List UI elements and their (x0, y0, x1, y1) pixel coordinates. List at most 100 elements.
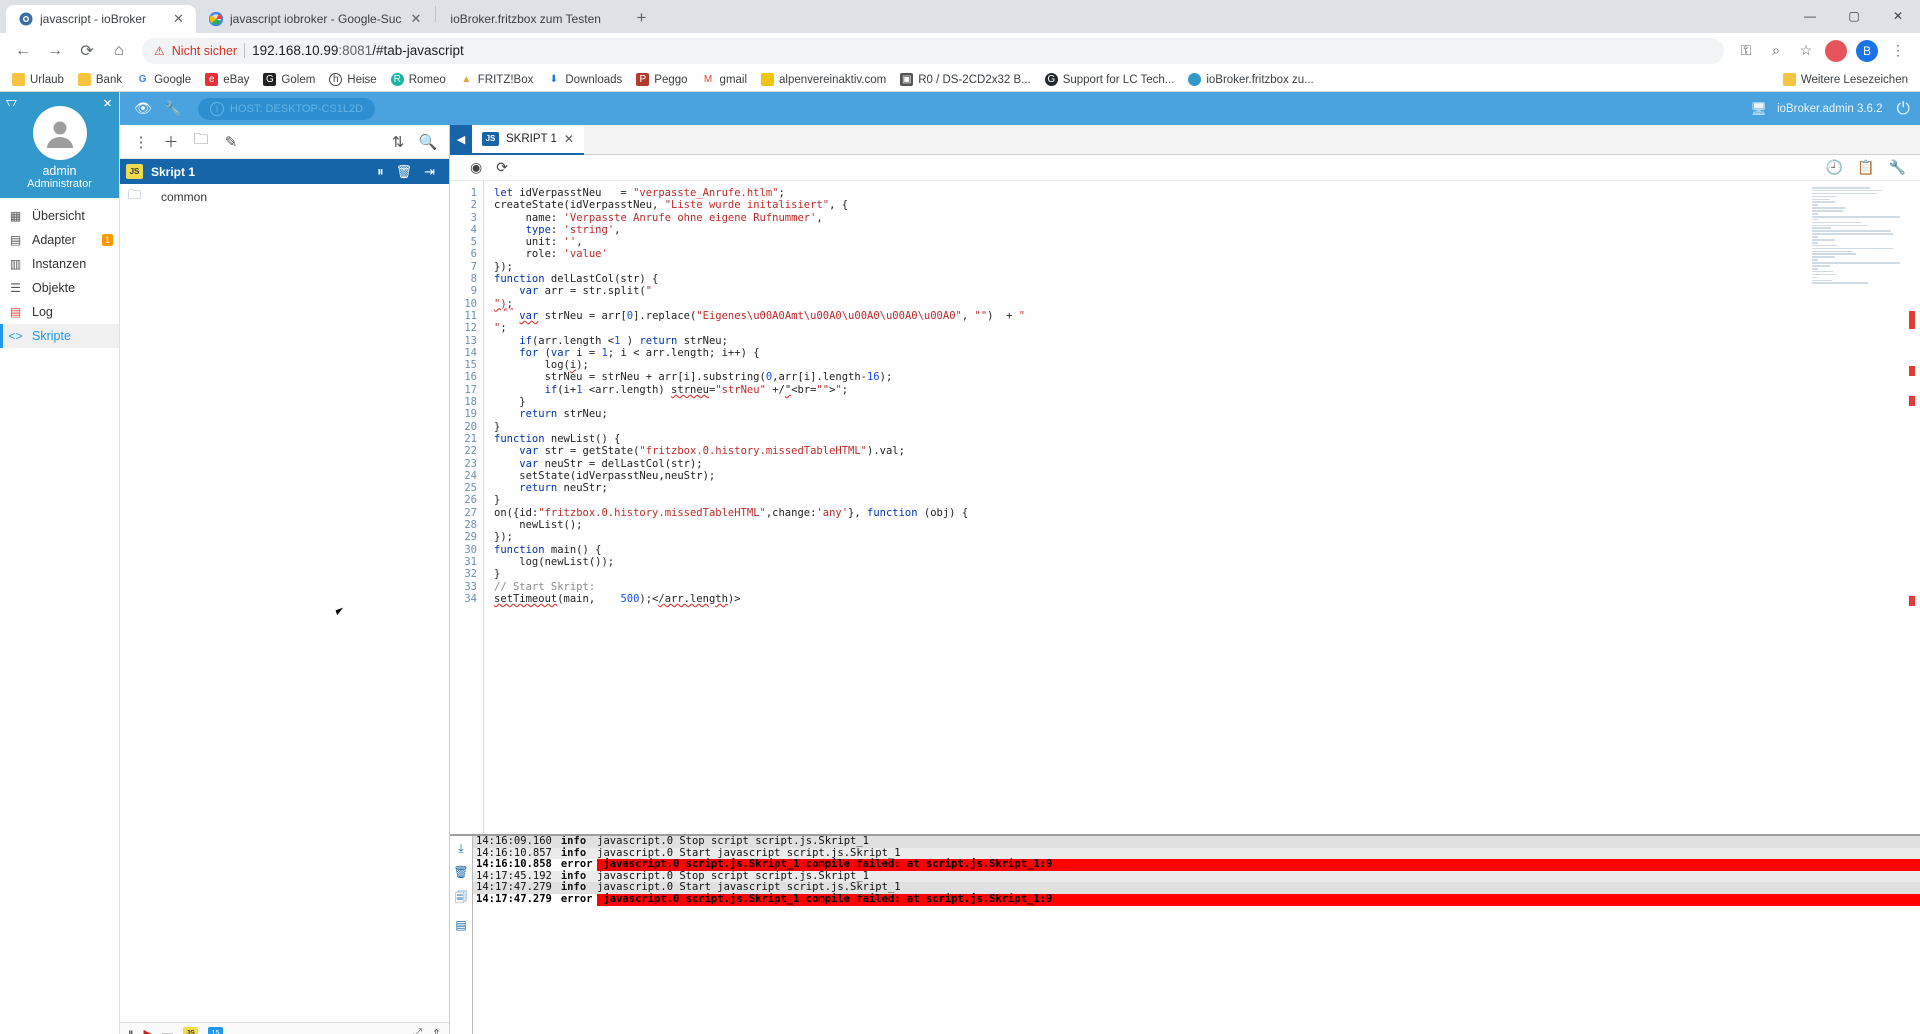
code-line[interactable]: log(newList()); (494, 556, 1920, 568)
code-line[interactable]: } (494, 568, 1920, 580)
bookmark-golem[interactable]: G Golem (257, 71, 321, 88)
play-icon[interactable]: ▶ (144, 1027, 152, 1034)
bookmark-camera[interactable]: ▣ R0 / DS-2CD2x32 B... (894, 71, 1036, 88)
error-marker[interactable] (1909, 396, 1915, 406)
pause-icon[interactable]: ⏸ (377, 164, 384, 180)
code-line[interactable]: var strNeu = arr[0].replace("Eigenes\u00… (494, 310, 1920, 322)
star-icon[interactable]: ☆ (1792, 37, 1820, 65)
dots-icon[interactable]: ▬ (162, 1028, 173, 1034)
bookmark-iobroker-fritzbox[interactable]: ioBroker.fritzbox zu... (1182, 71, 1319, 88)
wrap-icon[interactable]: ▤ (455, 918, 466, 932)
menu-icon[interactable]: ⋮ (1884, 37, 1912, 65)
code-line[interactable]: if(arr.length <1 ) return strNeu; (494, 335, 1920, 347)
sidebar-item-objekte[interactable]: ☰ Objekte (0, 276, 119, 300)
bookmark-downloads[interactable]: ⬇ Downloads (541, 71, 628, 88)
code-line[interactable]: on({id:"fritzbox.0.history.missedTableHT… (494, 507, 1920, 519)
target-icon[interactable]: ◉ (470, 159, 482, 176)
reload-icon[interactable]: ⟳ (72, 36, 102, 66)
code-line[interactable]: name: 'Verpasste Anrufe ohne eigene Rufn… (494, 212, 1920, 224)
log-entry[interactable]: 14:16:09.160 info javascript.0 Stop script… (473, 836, 1920, 848)
code-line[interactable]: return strNeu; (494, 408, 1920, 420)
sidebar-item-skripte[interactable]: <> Skripte (0, 324, 119, 348)
close-icon[interactable]: ✕ (564, 132, 574, 146)
log-entry[interactable]: 14:17:47.279 error javascript.0 script.js.… (473, 893, 1920, 906)
browser-tab-2[interactable]: ioBroker.fritzbox zum Testen (438, 5, 628, 33)
settings-icon[interactable]: 🔧 (1889, 159, 1906, 176)
code-line[interactable]: unit: '', (494, 236, 1920, 248)
code-line[interactable]: log(i); (494, 359, 1920, 371)
bookmark-bank[interactable]: Bank (72, 71, 128, 88)
sidebar-item-adapter[interactable]: ▤ Adapter 1 (0, 228, 119, 252)
address-bar[interactable]: ⚠ Nicht sicher 192.168.10.99:8081/#tab-j… (142, 37, 1724, 64)
copy-icon[interactable]: 🗐 (455, 888, 467, 909)
add-folder-icon[interactable]: 🗀 (188, 129, 214, 155)
menu-dots-icon[interactable]: ⋮ (128, 129, 154, 155)
key-icon[interactable]: ⚿ (1732, 37, 1760, 65)
code-line[interactable]: "); (494, 298, 1920, 310)
maximize-icon[interactable]: ▢ (1832, 0, 1876, 32)
code-line[interactable]: setState(idVerpasstNeu,neuStr); (494, 470, 1920, 482)
back-icon[interactable]: ← (8, 36, 38, 66)
code-line[interactable]: let idVerpasstNeu = "verpasste_Anrufe.ht… (494, 187, 1920, 199)
sidebar-item-uebersicht[interactable]: ▦ Übersicht (0, 204, 119, 228)
minimize-icon[interactable]: — (1788, 0, 1832, 32)
new-tab-button[interactable]: + (628, 5, 654, 31)
close-icon[interactable]: ✕ (408, 11, 423, 27)
code-line[interactable]: "; (494, 322, 1920, 334)
code-line[interactable]: function main() { (494, 544, 1920, 556)
delete-icon[interactable]: 🗑 (396, 164, 413, 180)
code-line[interactable]: type: 'string', (494, 224, 1920, 236)
code-line[interactable]: } (494, 421, 1920, 433)
refresh-icon[interactable]: ⟳ (496, 159, 508, 176)
power-icon[interactable]: ⏻ (1897, 99, 1910, 119)
code-content[interactable]: let idVerpasstNeu = "verpasste_Anrufe.ht… (484, 181, 1920, 834)
bookmark-urlaub[interactable]: Urlaub (6, 71, 70, 88)
bookmark-peggo[interactable]: P Peggo (630, 71, 693, 88)
bookmark-heise[interactable]: h Heise (323, 71, 382, 88)
code-editor[interactable]: 1 2 3 4 5 6 7 8 9 10 11 12 13 14 15 16 17 18 19 20 21 22 23 24 2… (450, 181, 1920, 834)
editor-tab-skript1[interactable]: JS SKRIPT 1 ✕ (472, 124, 584, 155)
code-line[interactable]: role: 'value' (494, 248, 1920, 260)
scroll-down-icon[interactable]: ⤓ (458, 841, 463, 856)
host-chip[interactable]: i HOST: DESKTOP-CS1L2D (198, 97, 376, 120)
code-line[interactable]: var arr = str.split(" (494, 285, 1920, 297)
zoom-icon[interactable]: ⌕ (1762, 37, 1790, 65)
bookmark-gmail[interactable]: Mgmail (696, 71, 753, 88)
tree-row-common[interactable]: 🗀 common (120, 184, 449, 209)
error-marker[interactable] (1909, 311, 1915, 329)
tree-row-skript1[interactable]: JS Skript 1 ⏸ 🗑 ⇥ (120, 159, 449, 184)
sidebar-item-instanzen[interactable]: ▥ Instanzen (0, 252, 119, 276)
code-line[interactable]: // Start Skript: (494, 581, 1920, 593)
code-line[interactable]: createState(idVerpasstNeu, "Liste wurde … (494, 199, 1920, 211)
add-script-icon[interactable]: ＋ (158, 129, 184, 155)
bookmark-alpenverein[interactable]: alpenvereinaktiv.com (755, 71, 892, 88)
code-line[interactable]: } (494, 396, 1920, 408)
profile-icon[interactable]: B (1856, 39, 1878, 62)
code-line[interactable]: var str = getState("fritzbox.0.history.m… (494, 445, 1920, 457)
collapse-panel-button[interactable]: ◀ (450, 124, 472, 155)
expand-icon[interactable]: ⇅ (385, 129, 411, 155)
extension-icon[interactable] (1825, 39, 1847, 62)
bookmark-romeo[interactable]: R Romeo (385, 71, 452, 88)
home-icon[interactable]: ⌂ (104, 36, 134, 66)
code-line[interactable]: for (var i = 1; i < arr.length; i++) { (494, 347, 1920, 359)
code-minimap[interactable] (1812, 187, 1900, 284)
more-bookmarks-button[interactable]: Weitere Lesezeichen (1777, 71, 1914, 88)
close-icon[interactable]: ✕ (171, 11, 186, 27)
bookmark-ebay[interactable]: e eBay (199, 71, 255, 88)
close-window-icon[interactable]: ✕ (1876, 0, 1920, 32)
code-line[interactable]: strNeu = strNeu + arr[i].substring(0,arr… (494, 371, 1920, 383)
search-icon[interactable]: 🔍 (415, 129, 441, 155)
code-line[interactable]: }); (494, 261, 1920, 273)
export-icon[interactable]: ⇥ (424, 164, 435, 180)
pause-icon[interactable]: ⏸ (128, 1027, 134, 1034)
code-line[interactable]: var neuStr = delLastCol(str); (494, 458, 1920, 470)
error-marker[interactable] (1909, 366, 1915, 376)
code-line[interactable]: setTimeout(main, 500);</arr.length)> (494, 593, 1920, 605)
editor-scrollbar[interactable] (1908, 181, 1916, 834)
clipboard-icon[interactable]: 📋 (1857, 159, 1874, 176)
history-icon[interactable]: 🕘 (1826, 159, 1843, 176)
code-line[interactable]: } (494, 494, 1920, 506)
bookmark-github[interactable]: G Support for LC Tech... (1039, 71, 1181, 88)
updown-icon[interactable]: ⇕ (432, 1027, 441, 1034)
